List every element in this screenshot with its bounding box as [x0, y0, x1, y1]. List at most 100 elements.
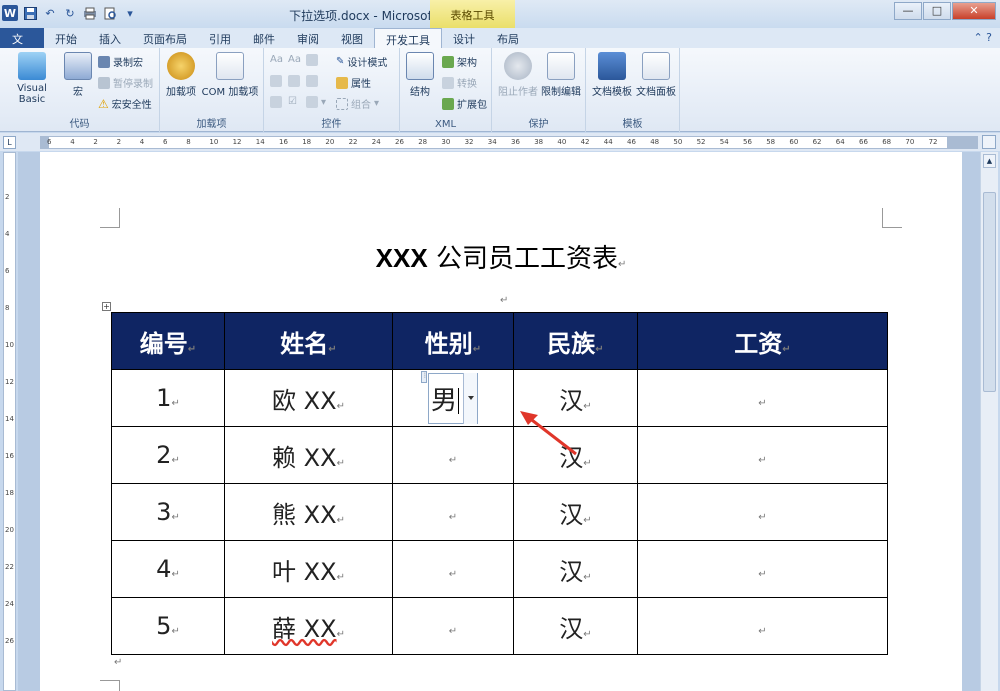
transform-button[interactable]: 转换 [442, 75, 477, 90]
tab-insert[interactable]: 插入 [88, 28, 132, 48]
table-move-handle[interactable]: + [102, 302, 111, 311]
cell-ethnicity[interactable]: 汉↵ [513, 597, 638, 655]
macros-button[interactable]: 宏 [64, 52, 92, 98]
cell-id[interactable]: 2↵ [111, 426, 225, 484]
pause-recording-button[interactable]: 暂停录制 [98, 75, 153, 90]
structure-button[interactable]: 结构 [406, 52, 434, 98]
table-row: 4↵ 叶 XX↵ ↵ 汉↵ ↵ [111, 540, 888, 598]
dropdown-arrow-icon[interactable] [463, 372, 477, 424]
header-id[interactable]: 编号↵ [111, 312, 225, 370]
ruler-tick: 68 [882, 138, 892, 146]
group-button[interactable]: 组合 ▾ [336, 96, 379, 111]
tab-design[interactable]: 设计 [442, 28, 486, 48]
ruler-tick: 18 [302, 138, 312, 146]
vertical-ruler-tick: 10 [5, 341, 14, 349]
gender-dropdown-control[interactable]: ⋮ 男 [420, 370, 478, 424]
minimize-button[interactable]: — [894, 2, 922, 20]
drop-down-list-control-icon[interactable] [306, 75, 318, 87]
record-macro-button[interactable]: 录制宏 [98, 54, 143, 69]
restrict-editing-button[interactable]: 限制编辑 [540, 52, 582, 98]
cell-salary[interactable]: ↵ [637, 597, 888, 655]
cell-salary[interactable]: ↵ [637, 426, 888, 484]
cell-id[interactable]: 1↵ [111, 369, 225, 427]
check-box-control-icon[interactable]: ☑ [288, 96, 297, 107]
cell-gender[interactable]: ↵ [392, 483, 514, 541]
help-icon[interactable]: ⌃ ? [973, 31, 992, 44]
ruler-tick: 48 [650, 138, 660, 146]
margin-mark-top-right [882, 208, 902, 228]
ruler-tick: 12 [232, 138, 242, 146]
document-title[interactable]: XXX 公司员工工资表↵ [40, 238, 962, 275]
plain-text-control-icon[interactable]: Aa [288, 54, 301, 65]
header-salary[interactable]: 工资↵ [637, 312, 888, 370]
cell-name[interactable]: 欧 XX↵ [224, 369, 393, 427]
building-block-control-icon[interactable] [270, 75, 282, 87]
cell-id[interactable]: 3↵ [111, 483, 225, 541]
tab-review[interactable]: 审阅 [286, 28, 330, 48]
tab-selector-button[interactable]: L [3, 136, 16, 149]
vertical-scrollbar[interactable]: ▲ [980, 152, 998, 691]
rich-text-control-icon[interactable]: Aa [270, 54, 283, 65]
tab-file[interactable]: 文件 [0, 28, 44, 62]
ruler-tick: 38 [534, 138, 544, 146]
cell-id[interactable]: 4↵ [111, 540, 225, 598]
combo-box-control-icon[interactable] [288, 75, 300, 87]
block-authors-button[interactable]: 阻止作者 [496, 52, 540, 98]
cell-name[interactable]: 薛 XX↵ [224, 597, 393, 655]
ruler-tick: 54 [719, 138, 729, 146]
group-label-xml: XML [434, 119, 457, 130]
cell-salary[interactable]: ↵ [637, 483, 888, 541]
cell-gender[interactable]: ↵ [392, 426, 514, 484]
vertical-ruler-tick: 26 [5, 637, 14, 645]
scrollbar-thumb[interactable] [983, 192, 996, 392]
group-label-controls: 控件 [321, 119, 342, 130]
properties-button[interactable]: 属性 [336, 75, 371, 90]
cell-salary[interactable]: ↵ [637, 369, 888, 427]
gender-dropdown-value[interactable]: 男 [429, 380, 463, 417]
document-panel-button[interactable]: 文档面板 [634, 52, 678, 98]
tab-page-layout[interactable]: 页面布局 [132, 28, 198, 48]
date-picker-control-icon[interactable] [270, 96, 282, 108]
cell-name[interactable]: 赖 XX↵ [224, 426, 393, 484]
tab-view[interactable]: 视图 [330, 28, 374, 48]
cell-gender[interactable]: ↵ [392, 597, 514, 655]
tab-references[interactable]: 引用 [198, 28, 242, 48]
picture-control-icon[interactable] [306, 54, 318, 66]
expansion-pack-button[interactable]: 扩展包 [442, 96, 487, 111]
tab-mailings[interactable]: 邮件 [242, 28, 286, 48]
legacy-tools-icon[interactable]: ▾ [306, 96, 326, 108]
view-ruler-button[interactable] [982, 135, 996, 149]
content-control-tag[interactable]: ⋮ [420, 370, 428, 383]
design-mode-button[interactable]: ✎ 设计模式 [336, 54, 387, 69]
tab-layout[interactable]: 布局 [486, 28, 530, 48]
header-gender[interactable]: 性别↵ [392, 312, 514, 370]
schema-button[interactable]: 架构 [442, 54, 477, 69]
addins-button[interactable]: 加载项 [164, 52, 198, 98]
window-title: 下拉选项.docx - Microsoft Word [289, 9, 471, 23]
horizontal-ruler[interactable]: 6 4 2 2 4 6 8 10 12 14 16 18 20 22 24 26 28 30 32 34 36 38 40 4… [40, 136, 978, 149]
cell-id[interactable]: 5↵ [111, 597, 225, 655]
macro-security-button[interactable]: ⚠ 宏安全性 [98, 96, 152, 112]
close-button[interactable]: ✕ [952, 2, 996, 20]
salary-table[interactable]: 编号↵ 姓名↵ 性别↵ 民族↵ 工资↵ 1↵ 欧 XX↵ ⋮ 男 汉↵ ↵ 2↵… [111, 312, 888, 655]
cell-gender[interactable]: ⋮ 男 [392, 369, 514, 427]
cell-name[interactable]: 叶 XX↵ [224, 540, 393, 598]
ruler-tick: 22 [348, 138, 358, 146]
visual-basic-button[interactable]: Visual Basic [4, 52, 60, 105]
cell-ethnicity[interactable]: 汉↵ [513, 540, 638, 598]
cell-name[interactable]: 熊 XX↵ [224, 483, 393, 541]
tab-home[interactable]: 开始 [44, 28, 88, 48]
ruler-tick: 50 [673, 138, 683, 146]
maximize-button[interactable]: □ [923, 2, 951, 20]
document-template-button[interactable]: 文档模板 [590, 52, 634, 98]
cell-gender[interactable]: ↵ [392, 540, 514, 598]
cell-ethnicity[interactable]: 汉↵ [513, 483, 638, 541]
header-ethnicity[interactable]: 民族↵ [513, 312, 638, 370]
tab-developer[interactable]: 开发工具 [374, 28, 442, 48]
header-name[interactable]: 姓名↵ [224, 312, 393, 370]
scroll-up-button[interactable]: ▲ [983, 154, 996, 168]
document-page[interactable]: XXX 公司员工工资表↵ ↵ + 编号↵ 姓名↵ 性别↵ 民族↵ 工资↵ 1↵ … [40, 152, 962, 691]
vertical-ruler[interactable]: 2 4 6 8 10 12 14 16 18 20 22 24 26 [3, 152, 16, 691]
cell-salary[interactable]: ↵ [637, 540, 888, 598]
com-addins-button[interactable]: COM 加载项 [200, 52, 260, 98]
